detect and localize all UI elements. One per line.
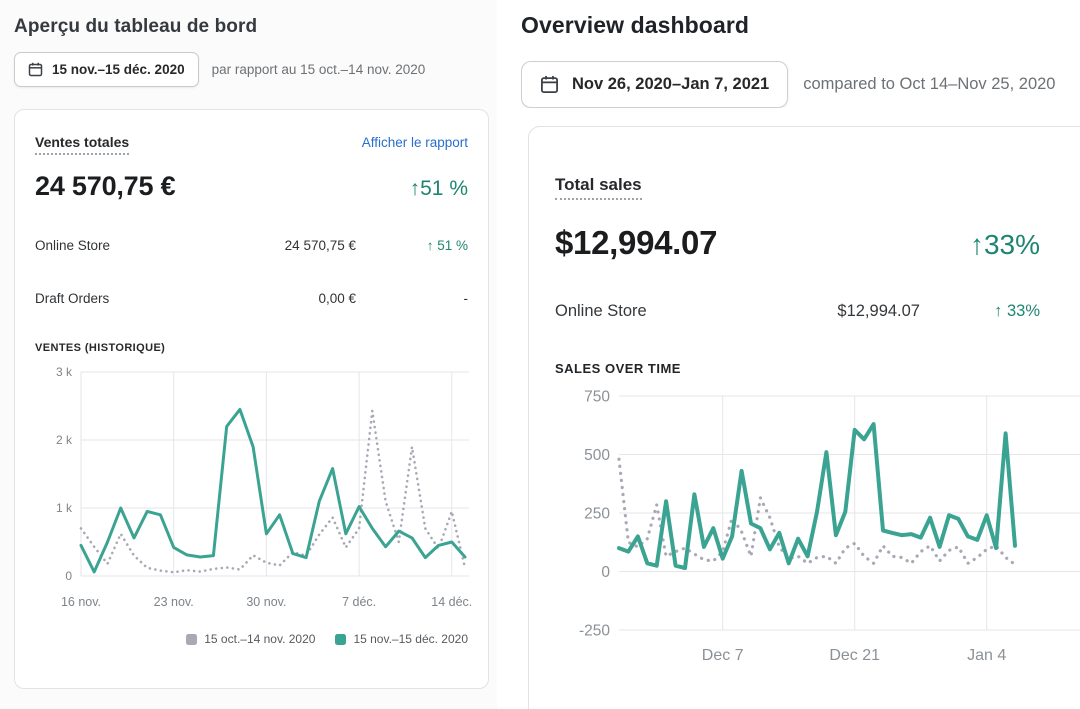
total-sales-value-en: $12,994.07 bbox=[555, 224, 717, 262]
legend-item-previous: 15 oct.–14 nov. 2020 bbox=[186, 632, 315, 646]
french-dashboard-panel: Aperçu du tableau de bord 15 nov.–15 déc… bbox=[0, 0, 497, 709]
calendar-icon bbox=[28, 62, 43, 77]
date-range-label-fr: 15 nov.–15 déc. 2020 bbox=[52, 62, 185, 77]
table-row: Draft Orders 0,00 € - bbox=[35, 291, 468, 306]
view-report-link-fr[interactable]: Afficher le rapport bbox=[362, 135, 468, 150]
sales-history-chart-fr: 0 1 k 2 k 3 k 16 nov. 23 nov. 30 nov. 7 déc. 14 … bbox=[35, 364, 471, 612]
table-row: Online Store $12,994.07 ↑ 33% bbox=[555, 302, 1040, 321]
total-sales-value-fr: 24 570,75 € bbox=[35, 171, 175, 202]
total-sales-delta-en: ↑33% bbox=[970, 229, 1040, 261]
svg-text:-250: -250 bbox=[579, 622, 610, 639]
total-sales-card-en: Total sales $12,994.07 ↑33% Online Store… bbox=[528, 126, 1080, 709]
svg-text:30 nov.: 30 nov. bbox=[246, 595, 286, 609]
table-row: Online Store 24 570,75 € ↑ 51 % bbox=[35, 238, 468, 253]
date-range-label-en: Nov 26, 2020–Jan 7, 2021 bbox=[572, 75, 769, 94]
channel-label: Draft Orders bbox=[35, 291, 236, 306]
legend-swatch-teal bbox=[335, 634, 346, 645]
dashboard-comparison: Aperçu du tableau de bord 15 nov.–15 déc… bbox=[0, 0, 1080, 709]
svg-text:3 k: 3 k bbox=[56, 365, 73, 379]
channel-value: $12,994.07 bbox=[800, 302, 920, 321]
legend-label: 15 nov.–15 déc. 2020 bbox=[353, 632, 468, 646]
svg-text:Dec 21: Dec 21 bbox=[829, 647, 880, 664]
svg-text:500: 500 bbox=[584, 447, 610, 464]
date-range-button-fr[interactable]: 15 nov.–15 déc. 2020 bbox=[14, 52, 199, 87]
channel-value: 24 570,75 € bbox=[236, 238, 356, 253]
channel-delta: - bbox=[356, 291, 468, 306]
channel-value: 0,00 € bbox=[236, 291, 356, 306]
chart-heading-en: SALES OVER TIME bbox=[555, 361, 1080, 376]
date-controls-fr: 15 nov.–15 déc. 2020 par rapport au 15 o… bbox=[14, 52, 497, 87]
svg-text:1 k: 1 k bbox=[56, 501, 73, 515]
channel-label: Online Store bbox=[35, 238, 236, 253]
page-title-fr: Aperçu du tableau de bord bbox=[14, 16, 497, 38]
svg-text:250: 250 bbox=[584, 505, 610, 522]
svg-text:14 déc.: 14 déc. bbox=[431, 595, 471, 609]
legend-swatch-gray bbox=[186, 634, 197, 645]
svg-text:2 k: 2 k bbox=[56, 433, 73, 447]
total-sales-delta-fr: ↑51 % bbox=[410, 177, 468, 201]
date-range-button-en[interactable]: Nov 26, 2020–Jan 7, 2021 bbox=[521, 61, 788, 108]
svg-text:0: 0 bbox=[601, 564, 610, 581]
metric-title-fr[interactable]: Ventes totales bbox=[35, 134, 129, 155]
page-title-en: Overview dashboard bbox=[521, 12, 1080, 39]
svg-text:7 déc.: 7 déc. bbox=[342, 595, 376, 609]
legend-item-current: 15 nov.–15 déc. 2020 bbox=[335, 632, 468, 646]
svg-text:23 nov.: 23 nov. bbox=[154, 595, 194, 609]
date-controls-en: Nov 26, 2020–Jan 7, 2021 compared to Oct… bbox=[521, 61, 1080, 108]
english-dashboard-panel: Overview dashboard Nov 26, 2020–Jan 7, 2… bbox=[497, 0, 1080, 709]
svg-text:0: 0 bbox=[65, 569, 72, 583]
svg-text:750: 750 bbox=[584, 390, 610, 405]
channel-label: Online Store bbox=[555, 302, 800, 321]
compare-period-text-en: compared to Oct 14–Nov 25, 2020 bbox=[803, 75, 1055, 94]
svg-text:Dec 7: Dec 7 bbox=[702, 647, 744, 664]
metric-title-en[interactable]: Total sales bbox=[555, 175, 642, 200]
sales-breakdown-fr: Online Store 24 570,75 € ↑ 51 % Draft Or… bbox=[35, 238, 468, 306]
svg-text:Jan 4: Jan 4 bbox=[967, 647, 1006, 664]
legend-label: 15 oct.–14 nov. 2020 bbox=[204, 632, 315, 646]
channel-delta: ↑ 51 % bbox=[356, 238, 468, 253]
compare-period-text-fr: par rapport au 15 oct.–14 nov. 2020 bbox=[212, 62, 426, 77]
channel-delta: ↑ 33% bbox=[920, 302, 1040, 321]
chart-legend-fr: 15 oct.–14 nov. 2020 15 nov.–15 déc. 202… bbox=[35, 632, 468, 646]
chart-heading-fr: VENTES (HISTORIQUE) bbox=[35, 342, 468, 354]
svg-text:16 nov.: 16 nov. bbox=[61, 595, 101, 609]
total-sales-card-fr: Ventes totales Afficher le rapport 24 57… bbox=[14, 109, 489, 689]
calendar-icon bbox=[540, 75, 559, 94]
sales-over-time-chart-en: -250 0 250 500 750 Dec 7 Dec 21 Jan 4 bbox=[555, 390, 1080, 666]
